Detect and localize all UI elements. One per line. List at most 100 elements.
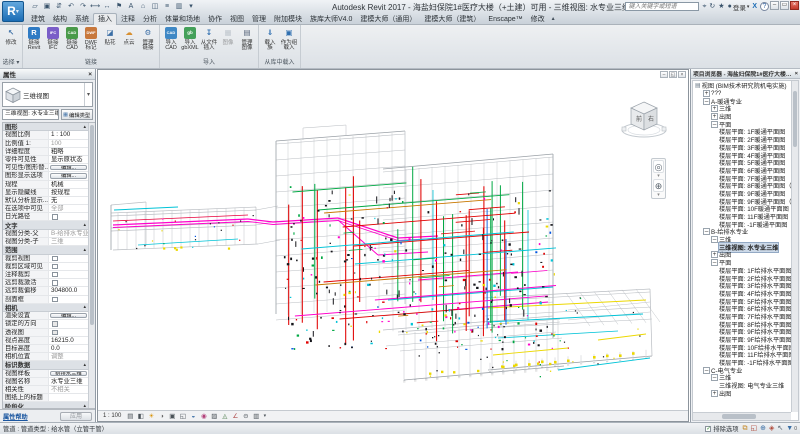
exclude-options-checkbox[interactable]: ✓ (705, 426, 711, 432)
browser-tree-item[interactable]: –A-暖通专业 (693, 97, 791, 105)
browser-tree-item[interactable]: –B-给排水专业 (693, 228, 791, 236)
measure-icon[interactable]: ⟷ (90, 2, 100, 12)
default-3d-view-icon[interactable]: ⌂ (138, 2, 148, 12)
restore-window-icon[interactable]: ◱ (669, 71, 677, 78)
section-icon[interactable]: ◫ (150, 2, 160, 12)
dwf-markup-button[interactable]: DWFDWF标记 (82, 26, 100, 52)
ribbon-tab-插入[interactable]: 插入 (93, 13, 117, 25)
ribbon-tab-建模大师（建筑）[interactable]: 建模大师（建筑） (420, 13, 484, 25)
property-checkbox[interactable] (52, 297, 58, 303)
undo-icon[interactable]: ↶ (66, 2, 76, 12)
collapse-icon[interactable]: – (703, 228, 710, 235)
link-ifc-button[interactable]: IFC链接IFC (44, 26, 62, 52)
expand-icon[interactable]: + (711, 105, 718, 112)
scale-button[interactable]: 1 : 100 (100, 412, 124, 420)
zoom-icon[interactable]: ⊕ (653, 179, 664, 192)
ribbon-tab-注释[interactable]: 注释 (117, 13, 139, 25)
property-checkbox[interactable] (52, 280, 58, 286)
reveal-constraints-icon[interactable]: ∠ (231, 412, 240, 421)
property-checkbox[interactable] (52, 256, 58, 262)
ribbon-tab-系统[interactable]: 系统 (71, 13, 93, 25)
property-edit-button[interactable]: 编辑... (50, 313, 87, 318)
properties-close-icon[interactable]: × (88, 71, 92, 78)
select-underlay-elements-icon[interactable]: ◱ (751, 424, 758, 434)
ribbon-tab-协作[interactable]: 协作 (204, 13, 226, 25)
browser-tree-item[interactable]: ▤视图 (BIM技术研究院机电实施) (693, 82, 791, 90)
decal-button[interactable]: ◪贴花 (101, 26, 119, 46)
browser-tree-item[interactable]: +出图 (693, 390, 791, 398)
property-edit-button[interactable]: 编辑... (50, 173, 87, 178)
communication-center-icon[interactable]: ↻ (709, 2, 715, 11)
application-menu-button[interactable]: R▾ (2, 1, 24, 22)
ribbon-tab-建模大师（通用）[interactable]: 建模大师（通用） (356, 13, 420, 25)
insert-from-file-button[interactable]: ↧从文件插入 (200, 26, 218, 52)
browser-tree-item[interactable]: +出图 (693, 113, 791, 121)
text-icon[interactable]: A (126, 2, 136, 12)
select-elements-by-face-icon[interactable]: ◈ (769, 424, 774, 434)
type-selector-arrow-icon[interactable]: ▾ (84, 83, 92, 106)
selection-filter-icon[interactable]: ▼ (786, 424, 793, 434)
reveal-hidden-elements-icon[interactable]: ◉ (199, 412, 208, 421)
nav-more-icon[interactable]: ▾ (653, 174, 664, 178)
view-cube[interactable]: 前 右 (620, 96, 668, 142)
browser-tree-item[interactable]: +三维 (693, 105, 791, 113)
expand-icon[interactable]: + (711, 251, 718, 258)
3d-model-view[interactable] (98, 70, 689, 410)
property-value[interactable]: 1 : 100 (49, 131, 88, 138)
close-window-icon[interactable]: × (678, 71, 686, 78)
ribbon-tab-分析[interactable]: 分析 (139, 13, 161, 25)
expand-icon[interactable]: + (711, 390, 718, 397)
load-family-button[interactable]: ⇓载入族 (261, 26, 279, 52)
property-value[interactable]: 粗略 (49, 148, 88, 155)
shadows-icon[interactable]: ◑ (157, 412, 166, 421)
detail-level-icon[interactable]: ▤ (126, 412, 135, 421)
property-section-范围[interactable]: 范围▴ (3, 246, 88, 254)
collapse-icon[interactable]: – (711, 259, 718, 266)
collapse-icon[interactable]: – (711, 121, 718, 128)
select-links-icon[interactable]: ⧉ (743, 424, 748, 434)
steering-wheel-icon[interactable]: ◎ (653, 160, 664, 173)
edit-type-button[interactable]: ▦编辑类型 (61, 109, 93, 120)
crop-view-icon[interactable]: ▣ (168, 412, 177, 421)
favorites-star-icon[interactable]: ★ (718, 2, 724, 11)
temporary-view-properties-icon[interactable]: ▨ (210, 412, 219, 421)
collapse-icon[interactable]: – (711, 374, 718, 381)
load-as-group-button[interactable]: ▣作为组载入 (280, 26, 298, 52)
locked-3d-view-icon[interactable]: ⊝ (241, 412, 250, 421)
property-checkbox[interactable] (52, 264, 58, 270)
property-section-图形[interactable]: 图形▴ (3, 123, 88, 131)
expand-icon[interactable]: + (703, 90, 710, 97)
sign-in-button[interactable]: ●登录▾ (728, 2, 750, 12)
drawing-area[interactable]: –◱× 前 右 ◎▾⊕▾ 1 : 100 ▤◧☀◑▣◱◒◉▨◬∠⊝▥ ▾ (97, 69, 689, 422)
type-selector[interactable]: 三维视图 ▾ (2, 82, 93, 107)
search-input[interactable] (625, 2, 699, 11)
search-icon[interactable]: ⌖ (702, 2, 706, 11)
ribbon-tab-结构[interactable]: 结构 (49, 13, 71, 25)
close-button[interactable]: × (790, 1, 799, 10)
manage-images-button[interactable]: ▤管理图像 (238, 26, 256, 52)
browser-tree-item[interactable]: 三维视图: 电气专业三维 (693, 382, 791, 390)
worksharing-display-icon[interactable]: ▥ (252, 412, 261, 421)
manage-links-button[interactable]: ⚙管理链接 (139, 26, 157, 52)
restore-button[interactable]: ▭ (780, 1, 789, 10)
modify-cursor-button[interactable]: ↖修改 (2, 26, 20, 46)
property-section-阶段化[interactable]: 阶段化▴ (3, 402, 88, 408)
browser-tree-item[interactable]: +出图 (693, 251, 791, 259)
tag-by-category-icon[interactable]: ⚑ (114, 2, 124, 12)
ribbon-tab-Enscape™[interactable]: Enscape™ (484, 13, 526, 25)
import-gbxml-button[interactable]: gb导入gbXML (181, 26, 199, 52)
property-section-标识数据[interactable]: 标识数据▴ (3, 361, 88, 369)
property-edit-button[interactable]: 给排水三维 (50, 371, 87, 376)
import-cad-button[interactable]: CAD导入CAD (162, 26, 180, 52)
ribbon-tab-族库大师V4.0[interactable]: 族库大师V4.0 (306, 13, 356, 25)
property-value[interactable]: 按规程 (49, 189, 88, 196)
show-crop-region-icon[interactable]: ◱ (178, 412, 187, 421)
collapse-icon[interactable]: – (711, 236, 718, 243)
property-value[interactable]: 显示原状态 (49, 156, 88, 163)
ribbon-tab-体量和场地[interactable]: 体量和场地 (161, 13, 204, 25)
customize-qat-icon[interactable]: ▾ (186, 2, 196, 12)
drag-elements-on-selection-icon[interactable]: ↖ (777, 424, 783, 434)
property-value[interactable]: 16215.0 (49, 337, 88, 344)
ribbon-tab-管理[interactable]: 管理 (248, 13, 270, 25)
property-checkbox[interactable] (52, 272, 58, 278)
